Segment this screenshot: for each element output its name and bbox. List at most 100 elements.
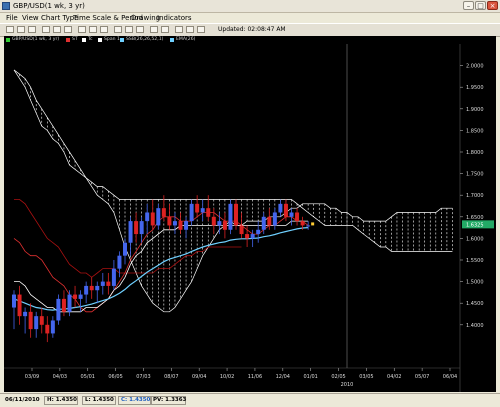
status-close: C: 1.4350 [121,397,151,403]
legend-swatch-icon [82,38,86,42]
x-tick-label: 08/07 [164,374,178,380]
candle-body [267,216,272,226]
candle-body [145,212,150,222]
legend-span1: Span 1 [104,37,120,42]
candle-body [100,281,105,286]
print-icon[interactable] [28,26,36,33]
trendline-icon[interactable] [78,26,86,33]
y-tick-label: 1.8500 [466,128,484,134]
candle-body [167,216,172,226]
toolbar: Updated: 02:08:47 AM [0,23,500,37]
legend-tc: Tc [88,37,93,42]
candle-body [67,294,72,312]
refresh-icon[interactable] [175,26,183,33]
candle-body [306,225,311,227]
status-low: L: 1.4350 [85,397,114,403]
candle-body [39,316,44,325]
candle-body [84,285,89,295]
status-high: H: 1.4350 [47,397,77,403]
candle-body [289,212,294,217]
candle-body [245,234,250,239]
candle-body [89,285,94,291]
candle-body [300,221,305,226]
minimize-button[interactable]: – [463,1,474,10]
candle-body [134,221,139,235]
last-candle-marker [311,222,315,226]
candle-body [45,324,50,334]
candle-body [172,221,177,226]
x-tick-label: 10/02 [220,374,234,380]
rectangle-tool-icon[interactable] [125,26,133,33]
candle-body [250,234,255,239]
candle-body [50,320,55,334]
last-price-label: 1.6325 [466,222,484,228]
updated-time: Updated: 02:08:47 AM [218,26,286,33]
candle-body [200,208,205,213]
window-title: GBP/USD(1 wk, 3 yr) [13,2,85,10]
status-pv: PV: 1.3363 [153,397,187,403]
indicator-icon[interactable] [197,26,205,33]
properties-icon[interactable] [161,26,169,33]
horizontal-line-icon[interactable] [89,26,97,33]
candle-body [261,216,266,230]
candle-body [189,203,194,222]
x-tick-label: 04/03 [53,374,67,380]
zoom-icon[interactable] [64,26,72,33]
candle-body [73,294,78,299]
chart-background [4,44,496,392]
candle-body [56,298,61,321]
legend-bar: GBP/USD(1 wk, 3 yr) ST Tc Span 1 SSB(26,… [4,36,496,44]
candle-body [295,212,300,222]
status-date: 06/11/2010 [5,397,40,403]
x-tick-label: 09/04 [192,374,206,380]
candle-body [61,298,66,312]
text-tool-icon[interactable] [114,26,122,33]
candle-body [278,203,283,213]
cursor-icon[interactable] [42,26,50,33]
open-icon[interactable] [6,26,14,33]
y-tick-label: 1.6000 [466,236,484,242]
crosshair-icon[interactable] [53,26,61,33]
x-tick-label: 05/07 [415,374,429,380]
y-tick-label: 2.0000 [466,64,484,70]
candle-body [217,221,222,226]
legend-swatch-icon [6,38,10,42]
price-chart[interactable]: 2.0000 1.9500 1.9000 1.8500 1.8000 1.7500 1.70… [4,44,496,392]
y-tick-label: 1.4500 [466,301,484,307]
maximize-button[interactable]: □ [475,1,486,10]
candle-body [211,216,216,226]
candle-body [34,316,39,330]
menu-file[interactable]: File [6,13,18,23]
x-tick-label: 06/05 [108,374,122,380]
status-bar: 06/11/2010 H: 1.4350 L: 1.4350 C: 1.4350… [0,393,500,407]
app-icon [2,2,10,10]
timeframe-icon[interactable] [186,26,194,33]
y-tick-label: 1.5000 [466,280,484,286]
candle-body [111,268,116,286]
candle-body [184,221,189,230]
fibonacci-icon[interactable] [100,26,108,33]
legend-ssb: SSB(26,26,52,1) [126,37,164,42]
candle-body [195,203,200,213]
x-tick-label: 07/03 [136,374,150,380]
candle-body [150,212,155,226]
x-tick-label: 04/02 [387,374,401,380]
delete-drawing-icon[interactable] [150,26,158,33]
menu-view[interactable]: View [22,13,39,23]
app-window: GBP/USD(1 wk, 3 yr) – □ × File View Char… [0,0,500,407]
y-tick-label: 1.5500 [466,258,484,264]
menu-indicators[interactable]: Indicators [157,13,192,23]
close-button[interactable]: × [487,1,498,10]
legend-swatch-icon [66,38,70,42]
y-tick-label: 1.7500 [466,172,484,178]
menu-drawing[interactable]: Drawing [131,13,160,23]
x-tick-label: 02/05 [331,374,345,380]
y-tick-label: 1.8000 [466,150,484,156]
ellipse-tool-icon[interactable] [136,26,144,33]
menu-bar: File View Chart Type Time Scale & Period… [0,13,500,23]
candle-body [123,242,127,256]
x-year-label: 2010 [341,382,354,388]
x-tick-label: 11/06 [248,374,262,380]
candle-body [206,208,211,217]
save-icon[interactable] [17,26,25,33]
